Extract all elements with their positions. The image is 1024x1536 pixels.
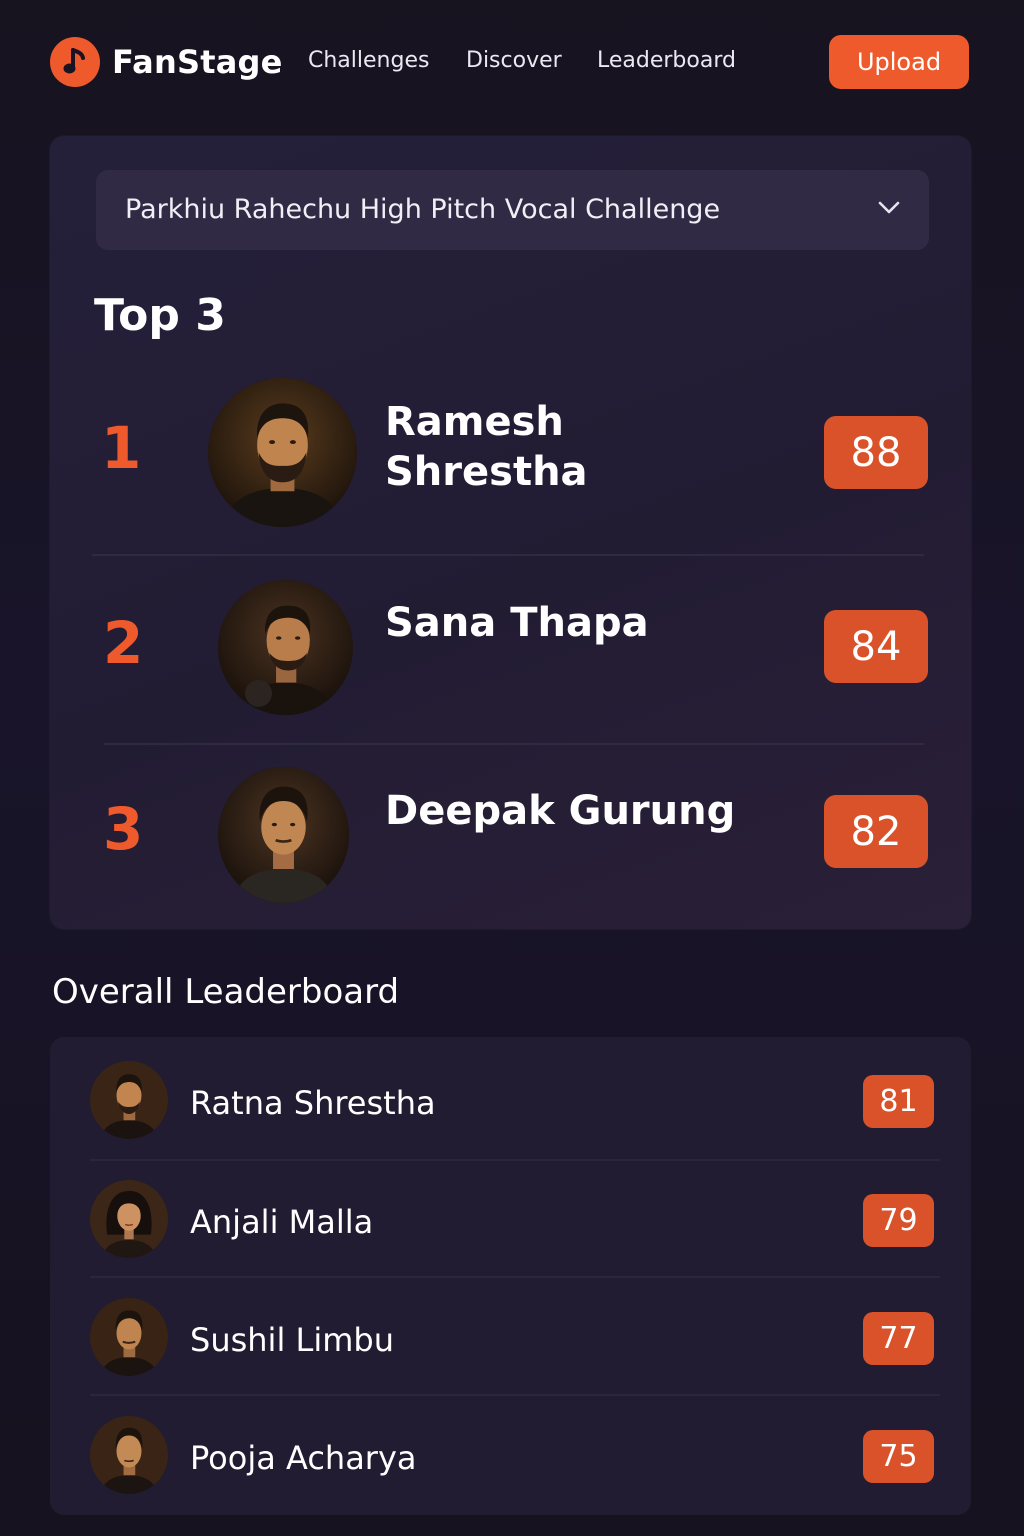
avatar xyxy=(218,767,349,903)
top-three-title: Top 3 xyxy=(94,290,226,341)
row-divider xyxy=(92,554,924,556)
brand-name: FanStage xyxy=(112,43,283,81)
top-row-3[interactable]: 3 Deepak Gurung 82 xyxy=(50,764,971,914)
score-badge: 88 xyxy=(824,416,928,489)
rank-number: 1 xyxy=(101,414,142,482)
contestant-name: Pooja Acharya xyxy=(190,1439,417,1477)
avatar xyxy=(90,1298,168,1376)
list-item[interactable]: Sushil Limbu 77 xyxy=(50,1279,971,1397)
avatar xyxy=(90,1180,168,1258)
row-divider xyxy=(90,1276,940,1278)
chevron-down-icon xyxy=(877,200,901,220)
score-badge: 75 xyxy=(863,1430,934,1483)
contestant-name: Ramesh Shrestha xyxy=(385,399,588,495)
row-divider xyxy=(90,1394,940,1396)
contestant-name: Sana Thapa xyxy=(385,600,649,646)
upload-button[interactable]: Upload xyxy=(829,35,969,89)
contestant-name: Sushil Limbu xyxy=(190,1321,394,1359)
rank-number: 2 xyxy=(103,609,144,677)
music-note-icon xyxy=(50,37,100,87)
contestant-name: Ratna Shrestha xyxy=(190,1084,436,1122)
challenge-select-value: Parkhiu Rahechu High Pitch Vocal Challen… xyxy=(125,194,721,225)
row-divider xyxy=(104,743,924,745)
score-badge: 81 xyxy=(863,1075,934,1128)
score-badge: 82 xyxy=(824,795,928,868)
list-item[interactable]: Pooja Acharya 75 xyxy=(50,1397,971,1515)
list-item[interactable]: Anjali Malla 79 xyxy=(50,1161,971,1279)
list-item[interactable]: Ratna Shrestha 81 xyxy=(50,1042,971,1160)
rank-number: 3 xyxy=(103,795,144,863)
overall-leaderboard-title: Overall Leaderboard xyxy=(52,972,400,1012)
brand-logo[interactable]: FanStage xyxy=(50,37,283,87)
top-nav-bar: FanStage Challenges Discover Leaderboard… xyxy=(0,0,1024,126)
score-badge: 84 xyxy=(824,610,928,683)
avatar xyxy=(208,378,357,527)
avatar xyxy=(90,1416,168,1494)
nav-challenges[interactable]: Challenges xyxy=(308,48,429,73)
top-three-card: Parkhiu Rahechu High Pitch Vocal Challen… xyxy=(50,136,971,929)
top-row-2[interactable]: 2 Sana Thapa 84 xyxy=(50,576,971,726)
challenge-select[interactable]: Parkhiu Rahechu High Pitch Vocal Challen… xyxy=(96,170,929,250)
overall-leaderboard-list: Ratna Shrestha 81 Anjali Malla 79 Sushil… xyxy=(50,1037,971,1515)
nav-leaderboard[interactable]: Leaderboard xyxy=(597,48,736,73)
avatar xyxy=(218,580,353,715)
top-row-1[interactable]: 1 Ramesh Shrestha 88 xyxy=(50,376,971,536)
score-badge: 77 xyxy=(863,1312,934,1365)
avatar xyxy=(90,1061,168,1139)
contestant-name: Deepak Gurung xyxy=(385,788,736,834)
nav-discover[interactable]: Discover xyxy=(466,48,562,73)
contestant-name: Anjali Malla xyxy=(190,1203,374,1241)
score-badge: 79 xyxy=(863,1194,934,1247)
